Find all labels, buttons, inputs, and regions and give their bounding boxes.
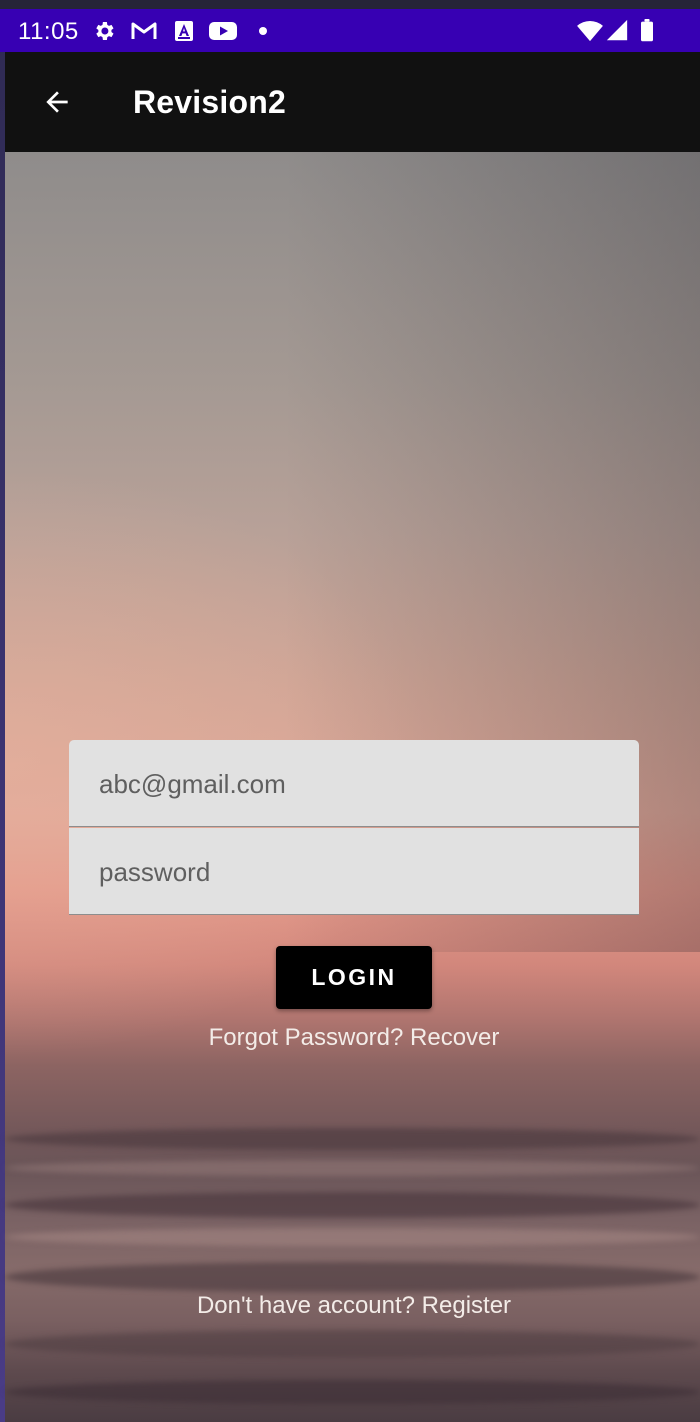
login-form: [69, 740, 639, 916]
sea-wave: [5, 1228, 700, 1246]
app-title: Revision2: [133, 84, 286, 120]
sea-wave: [5, 1330, 700, 1358]
app-bar: Revision2: [5, 52, 700, 152]
email-input[interactable]: [97, 740, 621, 828]
status-bar: 11:05: [0, 0, 700, 52]
password-input[interactable]: [97, 828, 621, 916]
sea-wave: [5, 1192, 700, 1218]
login-button[interactable]: LOGIN: [276, 946, 432, 1009]
status-time: 11:05: [18, 18, 79, 45]
dot-icon: [259, 27, 267, 35]
back-button[interactable]: [33, 78, 81, 126]
sea-wave: [5, 1262, 700, 1292]
forgot-password-link[interactable]: Forgot Password? Recover: [0, 1024, 700, 1052]
gmail-icon: [131, 22, 157, 39]
gear-icon: [96, 22, 114, 40]
sea-wave: [5, 1128, 700, 1150]
signal-icon: [606, 19, 628, 41]
font-a-icon: [175, 21, 193, 41]
youtube-icon: [209, 22, 237, 40]
register-link[interactable]: Don't have account? Register: [0, 1292, 700, 1320]
sea-wave: [5, 1160, 700, 1176]
email-field[interactable]: [69, 740, 639, 828]
login-screen: 11:05 Revision2 abc@gmail.com LOGIN Forg…: [0, 0, 700, 1422]
arrow-left-icon: [46, 91, 68, 113]
sea-wave: [5, 1380, 700, 1404]
battery-icon: [641, 19, 653, 42]
password-field[interactable]: [69, 828, 639, 916]
wifi-icon: [577, 20, 603, 42]
